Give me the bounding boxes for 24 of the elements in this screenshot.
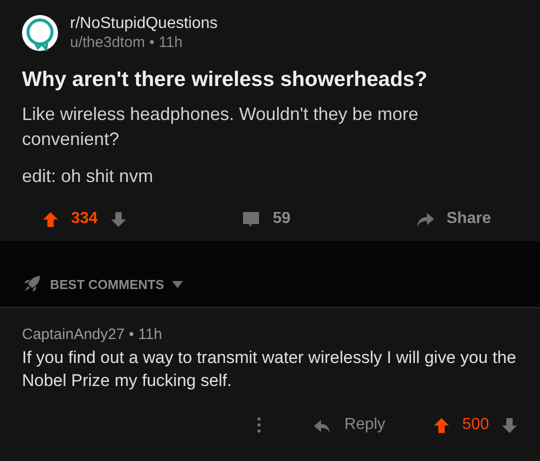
comment-text: If you find out a way to transmit water wirelessly I will give you the Nobel Prize my fucking self. — [22, 347, 518, 392]
downvote-icon[interactable] — [501, 416, 518, 434]
sort-dropdown[interactable]: BEST COMMENTS — [22, 274, 184, 294]
post-title: Why aren't there wireless showerheads? — [22, 68, 428, 92]
downvote-icon[interactable] — [110, 210, 127, 228]
comment-age: • 11h — [128, 326, 162, 343]
vote-score: 334 — [71, 210, 98, 228]
subreddit-name[interactable]: r/NoStupidQuestions — [70, 14, 218, 33]
caret-icon — [172, 280, 184, 288]
upvote-icon[interactable] — [433, 416, 450, 434]
share-label[interactable]: Share — [446, 210, 491, 228]
upvote-icon[interactable] — [42, 210, 59, 228]
comment-author[interactable]: CaptainAndy27 — [22, 326, 125, 343]
more-options-icon[interactable] — [256, 416, 262, 434]
reply-button[interactable]: Reply — [312, 415, 386, 435]
author-name[interactable]: u/the3dtom — [70, 34, 146, 51]
post-body: edit: oh shit nvm — [22, 165, 154, 188]
post-body: Like wireless headphones. Wouldn't they be more convenient? — [22, 103, 420, 151]
subreddit-logo-icon[interactable] — [22, 15, 58, 51]
comment-icon[interactable] — [240, 209, 261, 229]
rocket-icon — [22, 274, 42, 294]
vote-score: 500 — [462, 416, 489, 434]
comment-count: 59 — [272, 210, 290, 228]
post-age: • 11h — [149, 34, 183, 51]
